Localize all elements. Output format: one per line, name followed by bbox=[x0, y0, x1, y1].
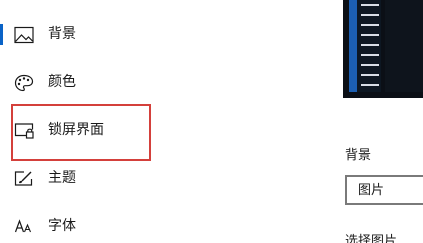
sidebar-item-label: 颜色 bbox=[48, 74, 76, 90]
background-type-value: 图片 bbox=[358, 183, 385, 198]
background-preview bbox=[343, 0, 423, 98]
settings-personalization-window: 背景 颜色 锁屏界面 主题 字体 背景 图片 选择图片 bbox=[0, 0, 423, 243]
annotation-highlight-box bbox=[11, 104, 151, 161]
sidebar: 背景 颜色 锁屏界面 主题 字体 bbox=[0, 0, 320, 243]
theme-icon bbox=[14, 171, 33, 186]
sidebar-item-label: 背景 bbox=[48, 26, 76, 42]
choose-picture-label: 选择图片 bbox=[345, 234, 398, 243]
selected-indicator bbox=[0, 24, 3, 45]
palette-icon bbox=[14, 74, 34, 92]
preview-panel bbox=[385, 0, 423, 92]
sidebar-item-colors[interactable]: 颜色 bbox=[0, 61, 300, 105]
sidebar-item-fonts[interactable]: 字体 bbox=[0, 205, 300, 243]
sidebar-item-background[interactable]: 背景 bbox=[0, 13, 300, 57]
background-section-label: 背景 bbox=[345, 148, 372, 163]
background-type-select[interactable]: 图片 bbox=[345, 175, 423, 205]
font-icon bbox=[14, 219, 32, 233]
preview-accent-strip bbox=[349, 0, 357, 92]
picture-icon bbox=[14, 26, 34, 44]
sidebar-item-label: 字体 bbox=[48, 218, 76, 234]
sidebar-item-themes[interactable]: 主题 bbox=[0, 157, 300, 201]
sidebar-item-label: 主题 bbox=[48, 170, 76, 186]
